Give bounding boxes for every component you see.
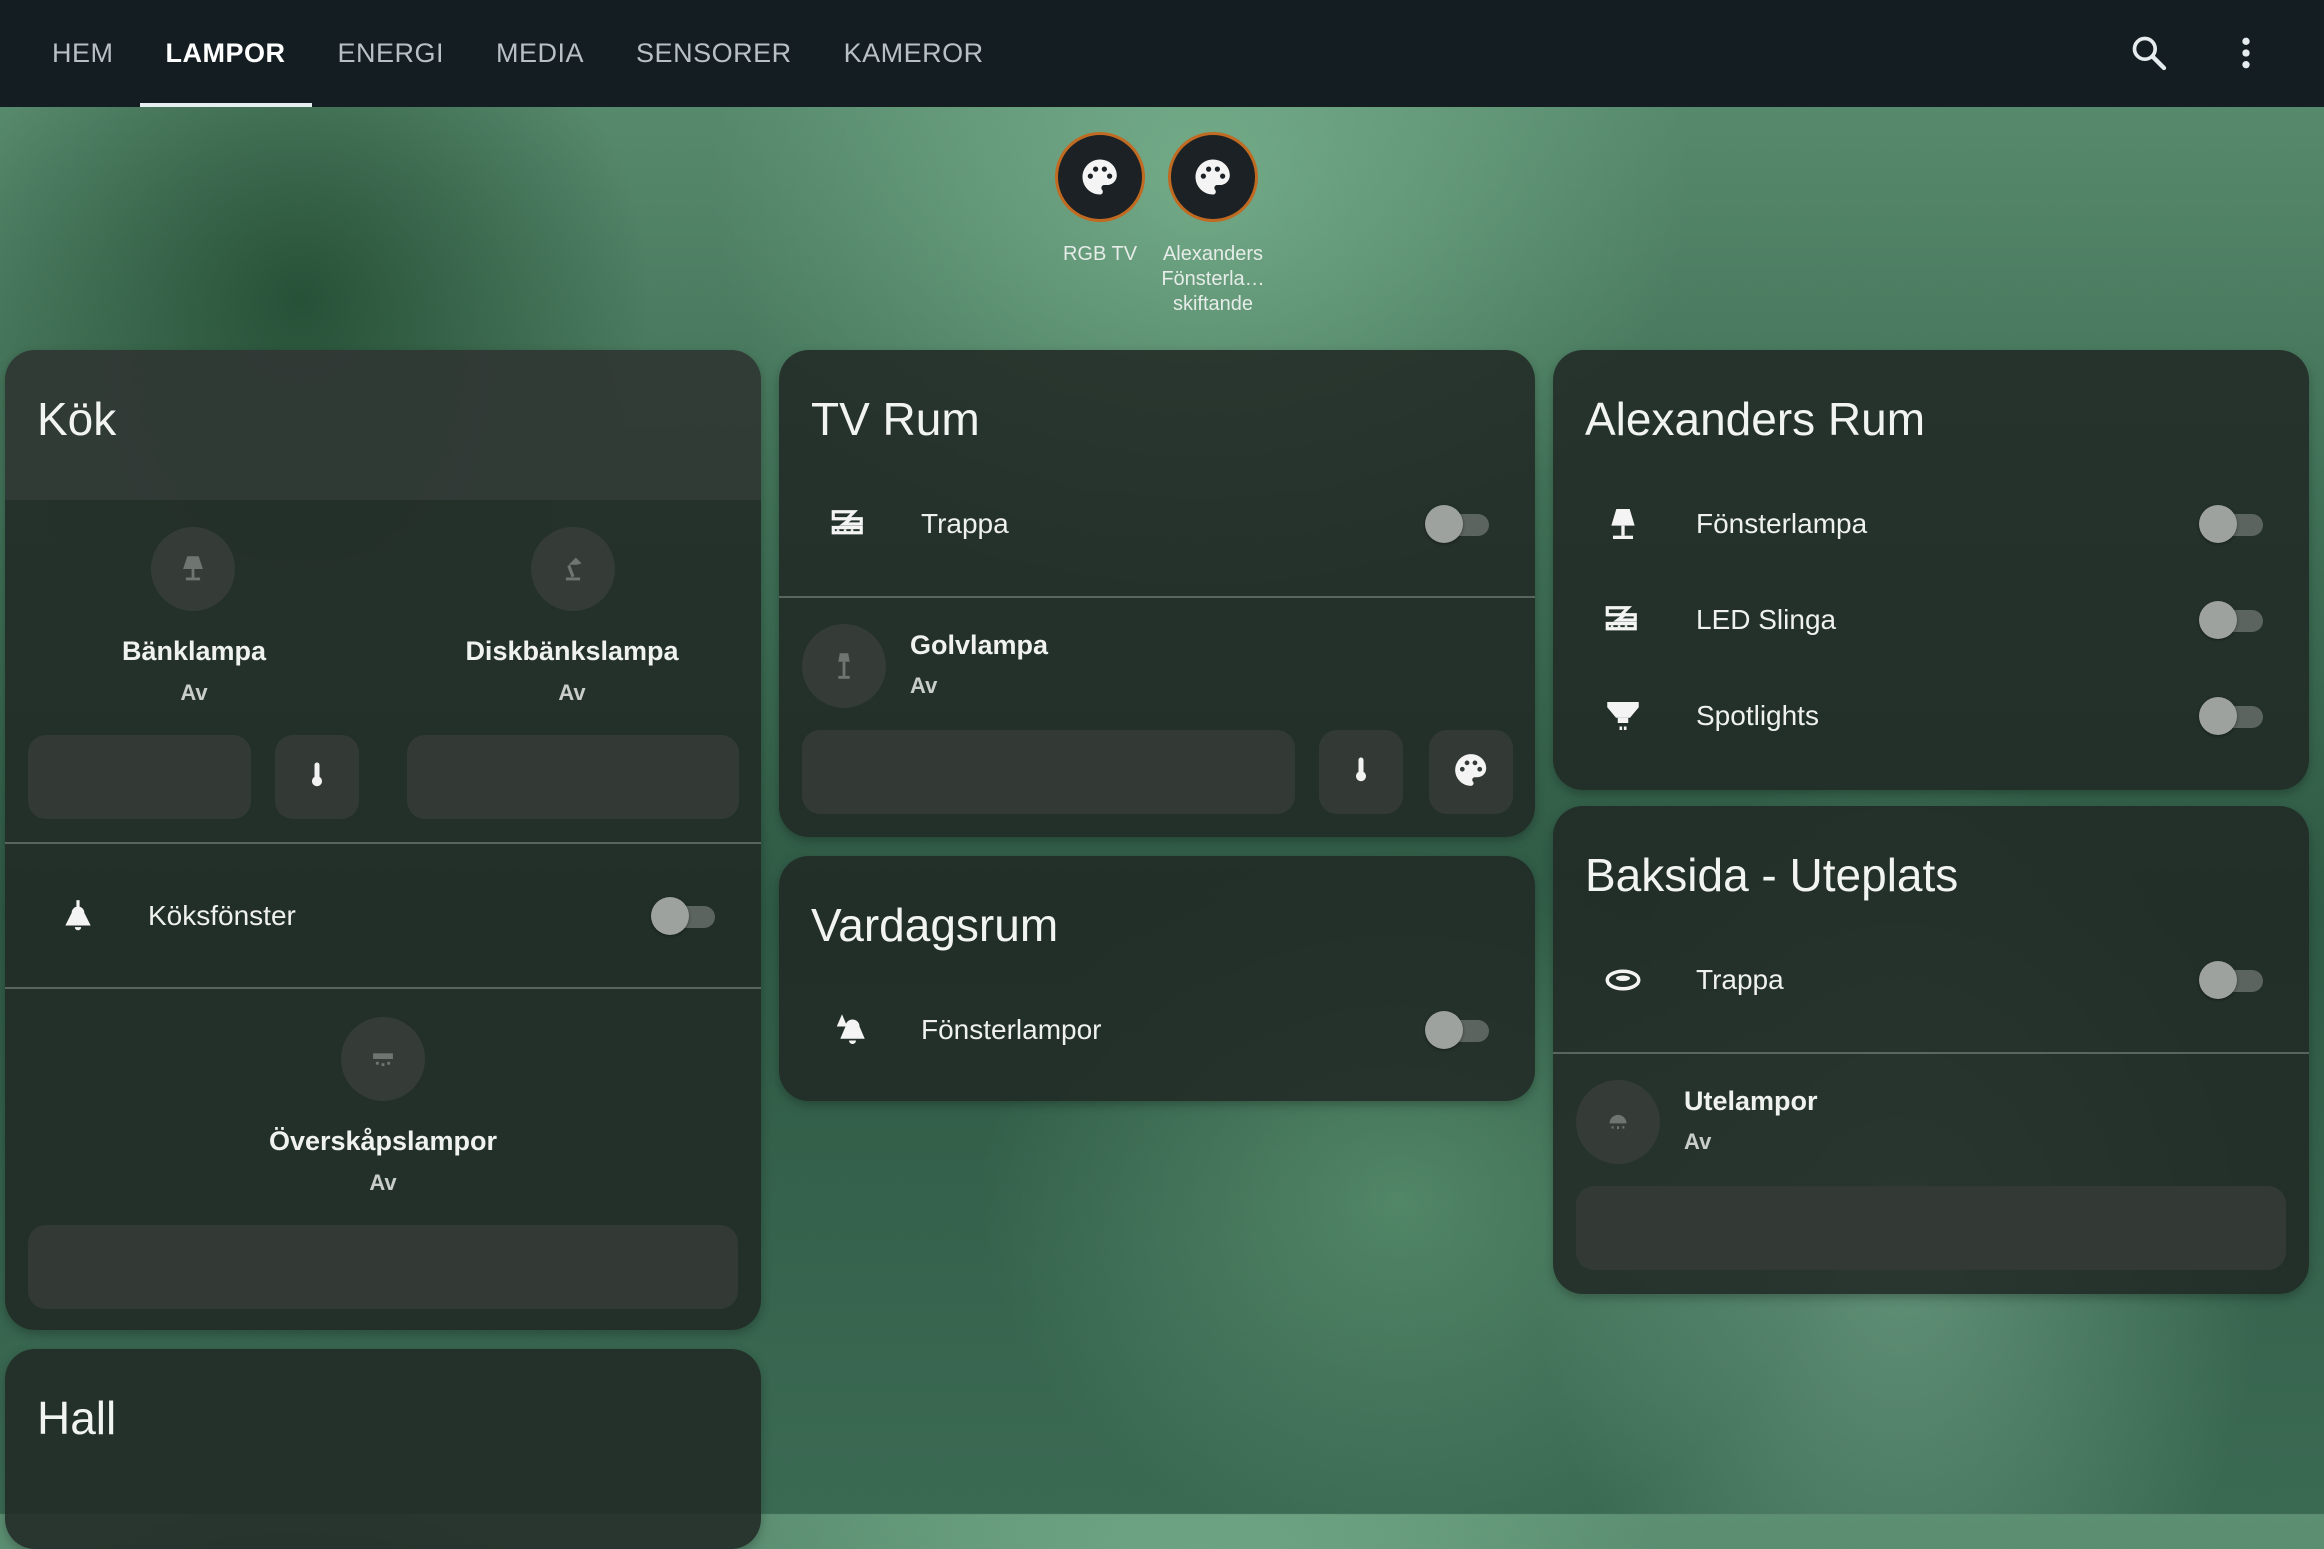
tile-name: Diskbänkslampa (465, 636, 679, 666)
palette-icon[interactable] (1055, 132, 1145, 222)
table-lamp-icon[interactable] (151, 527, 235, 611)
scene-rgb-tv[interactable]: RGB TV (1045, 132, 1155, 267)
brightness-slider[interactable] (28, 735, 251, 819)
multi-light-icon (824, 1005, 874, 1055)
scene-alexanders-fonsterlampa[interactable]: Alexanders Fönsterla… skiftande (1158, 132, 1268, 317)
spotlight-icon (1598, 691, 1648, 741)
card-title: Vardagsrum (811, 899, 1059, 951)
outdoor-light-icon[interactable] (1576, 1080, 1660, 1164)
thermometer-icon (1346, 752, 1376, 793)
tab-media[interactable]: MEDIA (470, 0, 610, 107)
card-title: Kök (37, 393, 117, 445)
card-vardagsrum: Vardagsrum Fönsterlampor (779, 856, 1535, 1101)
tile-state: Av (180, 680, 208, 705)
desk-lamp-icon[interactable] (531, 527, 615, 611)
entity-label: Fönsterlampa (1696, 508, 1868, 539)
search-icon[interactable] (2120, 24, 2178, 82)
tab-hem[interactable]: HEM (26, 0, 140, 107)
toggle-switch[interactable] (2199, 961, 2267, 999)
tile-state: Av (1684, 1129, 1712, 1154)
palette-icon (1452, 751, 1490, 794)
card-hall: Hall (5, 1349, 761, 1549)
entity-row-fonsterlampa[interactable]: Fönsterlampa (1553, 484, 2309, 564)
tab-kameror[interactable]: KAMEROR (818, 0, 1010, 107)
card-tv-rum: TV Rum Trappa Golvlampa Av (779, 350, 1535, 837)
ring-light-icon (1598, 955, 1648, 1005)
toggle-switch[interactable] (1425, 1011, 1493, 1049)
tile-name: Bänklampa (121, 636, 267, 666)
divider (779, 596, 1535, 598)
entity-label: Fönsterlampor (921, 1014, 1102, 1045)
tab-energi[interactable]: ENERGI (312, 0, 471, 107)
entity-row-fonsterlampor[interactable]: Fönsterlampor (779, 990, 1535, 1070)
card-title: TV Rum (811, 393, 980, 445)
color-button[interactable] (1429, 730, 1513, 814)
entity-label: Köksfönster (148, 900, 296, 931)
card-alexanders-rum: Alexanders Rum Fönsterlampa LED Slinga S… (1553, 350, 2309, 790)
brightness-slider[interactable] (1576, 1186, 2286, 1270)
lamp-icon (1598, 499, 1648, 549)
brightness-slider[interactable] (802, 730, 1295, 814)
entity-label: Spotlights (1696, 700, 1819, 731)
entity-label: Trappa (1696, 964, 1784, 995)
brightness-slider[interactable] (28, 1225, 738, 1309)
card-title: Alexanders Rum (1585, 393, 1926, 445)
entity-row-spotlights[interactable]: Spotlights (1553, 676, 2309, 756)
color-temp-button[interactable] (1319, 730, 1403, 814)
top-app-bar: HEM LAMPOR ENERGI MEDIA SENSORER KAMEROR (0, 0, 2324, 107)
toggle-switch[interactable] (2199, 697, 2267, 735)
divider (5, 842, 761, 844)
toggle-switch[interactable] (1425, 505, 1493, 543)
led-strip-icon (824, 499, 874, 549)
view-tabs: HEM LAMPOR ENERGI MEDIA SENSORER KAMEROR (26, 0, 1010, 107)
entity-row-led-slinga[interactable]: LED Slinga (1553, 580, 2309, 660)
scene-label: Alexanders Fönsterla… skiftande (1161, 243, 1265, 315)
scene-label: RGB TV (1062, 243, 1138, 265)
more-vert-icon[interactable] (2217, 24, 2275, 82)
card-title: Hall (37, 1392, 117, 1444)
tile-name: Golvlampa (910, 630, 1049, 660)
card-kok: Kök Bänklampa Av Diskbänkslampa Av Köksf… (5, 350, 761, 1330)
toggle-switch[interactable] (2199, 601, 2267, 639)
entity-label: Trappa (921, 508, 1009, 539)
entity-label: LED Slinga (1696, 604, 1837, 635)
divider (5, 987, 761, 989)
entity-row-trappa[interactable]: Trappa (779, 484, 1535, 564)
entity-row-trappa-ute[interactable]: Trappa (1553, 940, 2309, 1020)
palette-icon[interactable] (1168, 132, 1258, 222)
ceiling-light-icon (53, 891, 103, 941)
card-title: Baksida - Uteplats (1585, 849, 1959, 901)
led-strip-icon (1598, 595, 1648, 645)
tab-sensorer[interactable]: SENSORER (610, 0, 818, 107)
tile-name: Utelampor (1684, 1086, 1818, 1116)
cabinet-light-icon[interactable] (341, 1017, 425, 1101)
brightness-slider[interactable] (407, 735, 739, 819)
toggle-switch[interactable] (2199, 505, 2267, 543)
tile-name: Överskåpslampor (268, 1126, 498, 1156)
entity-row-koksfonster[interactable]: Köksfönster (5, 876, 761, 956)
card-header (5, 350, 761, 500)
thermometer-icon (302, 757, 332, 798)
divider (1553, 1052, 2309, 1054)
tile-state: Av (558, 680, 586, 705)
card-baksida-uteplats: Baksida - Uteplats Trappa Utelampor Av (1553, 806, 2309, 1294)
tile-state: Av (369, 1170, 397, 1195)
floor-lamp-icon[interactable] (802, 624, 886, 708)
tab-lampor[interactable]: LAMPOR (139, 0, 312, 107)
tile-state: Av (910, 673, 938, 698)
toggle-switch[interactable] (651, 897, 719, 935)
color-temp-button[interactable] (275, 735, 359, 819)
